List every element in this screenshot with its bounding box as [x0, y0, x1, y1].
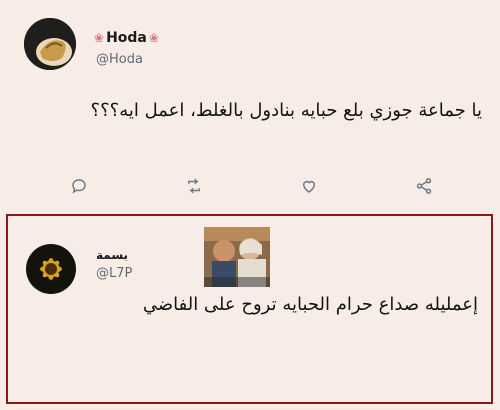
- reply-text: إعمليله صداع حرام الحبايه تروح على الفاض…: [142, 294, 478, 315]
- reply-author-name[interactable]: بسمة: [96, 248, 128, 262]
- author-name-row: ❀ Hoda ❀: [94, 30, 159, 46]
- author-name[interactable]: Hoda: [106, 30, 147, 46]
- sticker-image: [204, 227, 270, 287]
- comment-icon: [72, 179, 86, 194]
- heart-icon: [302, 180, 316, 193]
- reply-author-avatar[interactable]: [26, 244, 76, 294]
- flower-icon: ❀: [148, 31, 159, 45]
- author-handle[interactable]: @Hoda: [96, 52, 143, 67]
- reply-author-handle[interactable]: @L7P: [96, 266, 132, 281]
- author-avatar[interactable]: [24, 18, 76, 70]
- share-button[interactable]: [413, 175, 435, 197]
- flower-icon: ❀: [94, 31, 105, 45]
- retweet-button[interactable]: [183, 175, 205, 197]
- retweet-icon: [188, 178, 200, 194]
- like-button[interactable]: [298, 175, 320, 197]
- share-icon: [416, 178, 432, 194]
- reply-button[interactable]: [68, 175, 90, 197]
- tweet-text: يا جماعة جوزي بلع حبايه بنادول بالغلط، ا…: [90, 100, 482, 121]
